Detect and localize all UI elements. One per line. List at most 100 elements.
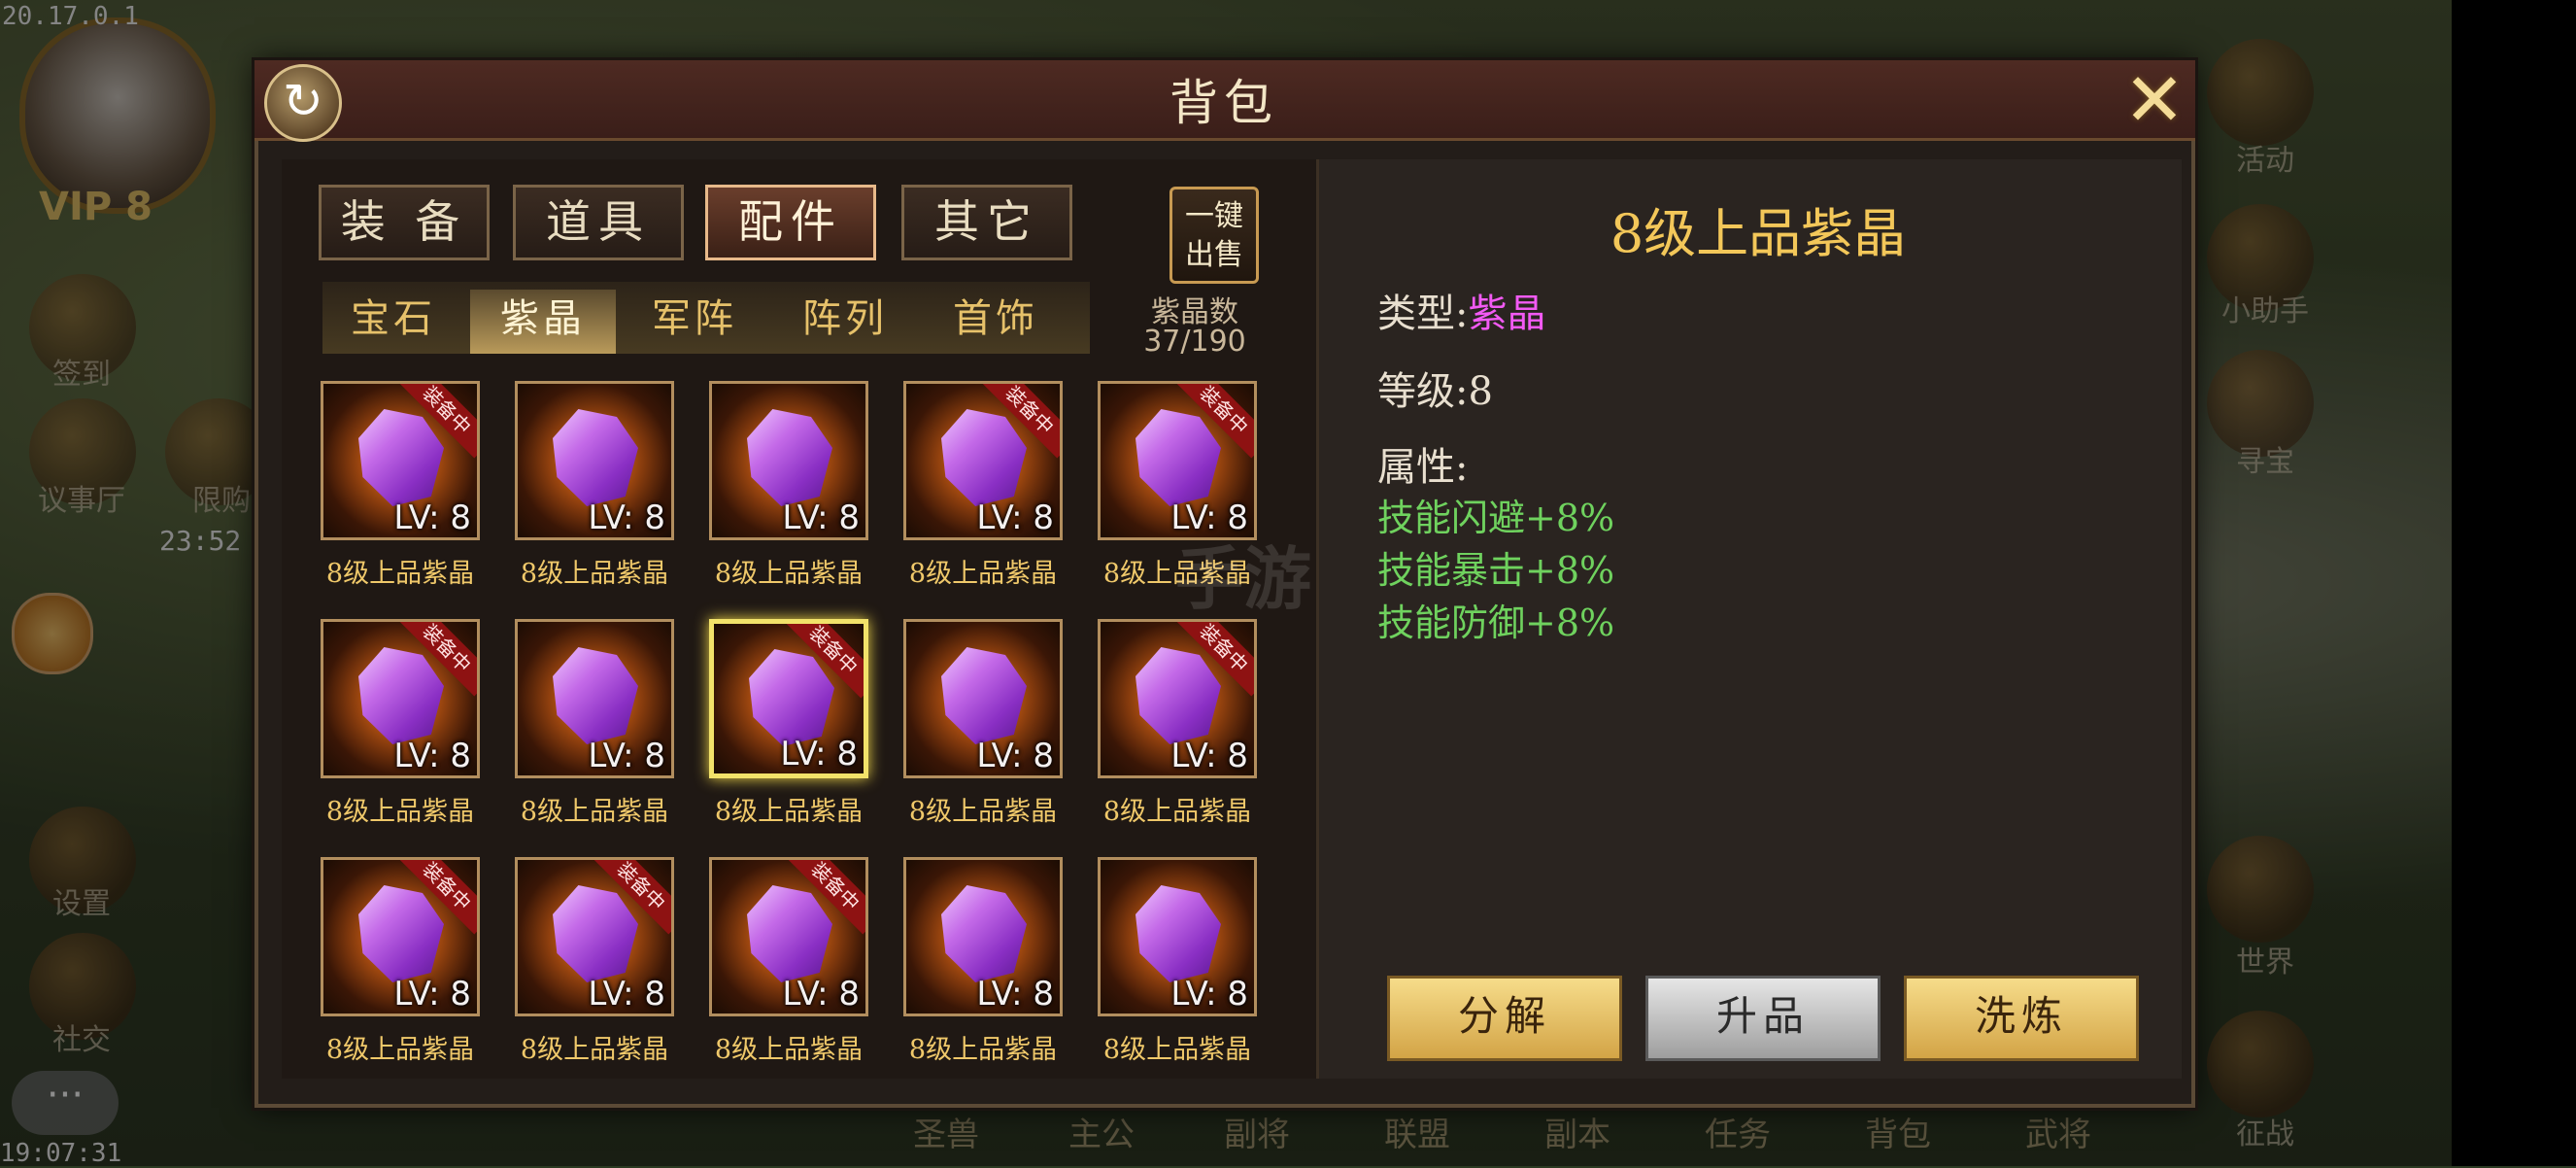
subtab-jewelry[interactable]: 首饰: [923, 290, 1068, 352]
item-slot[interactable]: LV: 8: [515, 619, 674, 778]
detail-attribute-2: 技能防御+8%: [1377, 601, 1615, 644]
item-slot[interactable]: 装备中 LV: 8: [709, 857, 868, 1016]
decompose-button[interactable]: 分解: [1387, 976, 1622, 1061]
item-level: LV: 8: [588, 498, 665, 537]
item-name: 8级上品紫晶: [1102, 797, 1252, 827]
amethyst-gem-icon: [553, 409, 638, 506]
item-slot[interactable]: LV: 8: [1098, 857, 1257, 1016]
amethyst-gem-icon: [747, 409, 832, 506]
item-name: 8级上品紫晶: [520, 1035, 669, 1065]
item-slot[interactable]: 装备中 LV: 8: [321, 619, 480, 778]
upgrade-quality-button[interactable]: 升品: [1645, 976, 1881, 1061]
amethyst-count-value: 37/190: [1143, 325, 1246, 359]
inventory-item[interactable]: 装备中 LV: 8 8级上品紫晶: [486, 857, 680, 1090]
inventory-item[interactable]: 装备中 LV: 8 8级上品紫晶: [680, 857, 874, 1090]
inventory-item[interactable]: 装备中 LV: 8 8级上品紫晶: [1068, 619, 1263, 852]
item-slot[interactable]: 装备中 LV: 8: [709, 619, 868, 778]
item-name: 8级上品紫晶: [908, 1035, 1058, 1065]
item-name: 8级上品紫晶: [1102, 1035, 1252, 1065]
subtab-array[interactable]: 阵列: [772, 290, 918, 352]
tab-others[interactable]: 其它: [901, 185, 1072, 260]
item-level: LV: 8: [976, 737, 1054, 775]
sell-all-button[interactable]: 一键 出售: [1169, 187, 1259, 284]
inventory-item[interactable]: 装备中 LV: 8 8级上品紫晶: [680, 619, 874, 852]
amethyst-gem-icon: [1135, 885, 1221, 982]
item-level: LV: 8: [393, 737, 471, 775]
amethyst-gem-icon: [747, 885, 832, 982]
item-level: LV: 8: [393, 498, 471, 537]
screen-edge-bar: [2452, 0, 2576, 1166]
detail-attribute-1: 技能暴击+8%: [1377, 549, 1615, 592]
item-slot[interactable]: 装备中 LV: 8: [321, 857, 480, 1016]
inventory-item[interactable]: LV: 8 8级上品紫晶: [1068, 857, 1263, 1090]
detail-level-label: 等级:: [1377, 369, 1469, 414]
inventory-item[interactable]: LV: 8 8级上品紫晶: [486, 619, 680, 852]
amethyst-gem-icon: [358, 885, 444, 982]
refine-button[interactable]: 洗炼: [1904, 976, 2139, 1061]
inventory-item[interactable]: LV: 8 8级上品紫晶: [874, 857, 1068, 1090]
amethyst-gem-icon: [941, 647, 1027, 744]
item-name: 8级上品紫晶: [714, 559, 864, 589]
item-name: 8级上品紫晶: [325, 797, 475, 827]
sell-all-line1: 一键: [1185, 199, 1243, 233]
inventory-item[interactable]: 装备中 LV: 8 8级上品紫晶: [291, 619, 486, 852]
detail-level-value: 8: [1468, 369, 1493, 414]
item-level: LV: 8: [976, 498, 1054, 537]
detail-title: 8级上品紫晶: [1610, 203, 1907, 264]
item-level: LV: 8: [976, 975, 1054, 1013]
subtab-gem[interactable]: 宝石: [321, 290, 466, 352]
tab-equipment[interactable]: 装 备: [319, 185, 490, 260]
item-name: 8级上品紫晶: [325, 559, 475, 589]
detail-type-value: 紫晶: [1468, 292, 1546, 336]
item-slot[interactable]: 装备中 LV: 8: [1098, 381, 1257, 540]
item-level: LV: 8: [782, 498, 860, 537]
inventory-item[interactable]: 装备中 LV: 8 8级上品紫晶: [291, 381, 486, 614]
item-slot[interactable]: 装备中 LV: 8: [515, 857, 674, 1016]
item-name: 8级上品紫晶: [325, 1035, 475, 1065]
item-slot[interactable]: LV: 8: [515, 381, 674, 540]
item-level: LV: 8: [588, 737, 665, 775]
detail-type-label: 类型:: [1377, 292, 1469, 336]
item-slot[interactable]: 装备中 LV: 8: [903, 381, 1063, 540]
item-slot[interactable]: 装备中 LV: 8: [321, 381, 480, 540]
item-name: 8级上品紫晶: [520, 559, 669, 589]
subtab-amethyst[interactable]: 紫晶: [470, 290, 616, 354]
inventory-item[interactable]: LV: 8 8级上品紫晶: [680, 381, 874, 614]
item-level: LV: 8: [780, 735, 858, 773]
inventory-item[interactable]: 装备中 LV: 8 8级上品紫晶: [291, 857, 486, 1090]
amethyst-gem-icon: [941, 409, 1027, 506]
inventory-item[interactable]: LV: 8 8级上品紫晶: [874, 619, 1068, 852]
dialog-title: 背包: [1169, 75, 1278, 131]
item-name: 8级上品紫晶: [520, 797, 669, 827]
tab-items[interactable]: 道具: [513, 185, 684, 260]
refresh-icon[interactable]: ↻: [264, 64, 342, 142]
amethyst-gem-icon: [941, 885, 1027, 982]
inventory-item[interactable]: 装备中 LV: 8 8级上品紫晶: [874, 381, 1068, 614]
watermark-text: 手游: [1175, 539, 1311, 619]
item-name: 8级上品紫晶: [908, 559, 1058, 589]
item-level: LV: 8: [1170, 737, 1248, 775]
item-slot[interactable]: LV: 8: [903, 857, 1063, 1016]
item-level: LV: 8: [1170, 975, 1248, 1013]
amethyst-gem-icon: [553, 885, 638, 982]
amethyst-gem-icon: [1135, 647, 1221, 744]
item-slot[interactable]: LV: 8: [709, 381, 868, 540]
item-level: LV: 8: [782, 975, 860, 1013]
inventory-item[interactable]: LV: 8 8级上品紫晶: [486, 381, 680, 614]
tab-accessories[interactable]: 配件: [705, 185, 876, 260]
amethyst-gem-icon: [749, 649, 834, 746]
detail-attribute-0: 技能闪避+8%: [1377, 497, 1615, 539]
detail-type-row: 类型:紫晶: [1377, 282, 1545, 338]
item-name: 8级上品紫晶: [714, 797, 864, 827]
close-x-icon[interactable]: ✕: [2121, 63, 2187, 137]
detail-level-row: 等级:8: [1377, 360, 1493, 416]
item-slot[interactable]: 装备中 LV: 8: [1098, 619, 1257, 778]
sell-all-line2: 出售: [1185, 238, 1243, 272]
subtab-army-formation[interactable]: 军阵: [622, 290, 767, 352]
amethyst-gem-icon: [358, 647, 444, 744]
item-name: 8级上品紫晶: [714, 1035, 864, 1065]
amethyst-gem-icon: [553, 647, 638, 744]
item-slot[interactable]: LV: 8: [903, 619, 1063, 778]
amethyst-gem-icon: [1135, 409, 1221, 506]
item-level: LV: 8: [588, 975, 665, 1013]
